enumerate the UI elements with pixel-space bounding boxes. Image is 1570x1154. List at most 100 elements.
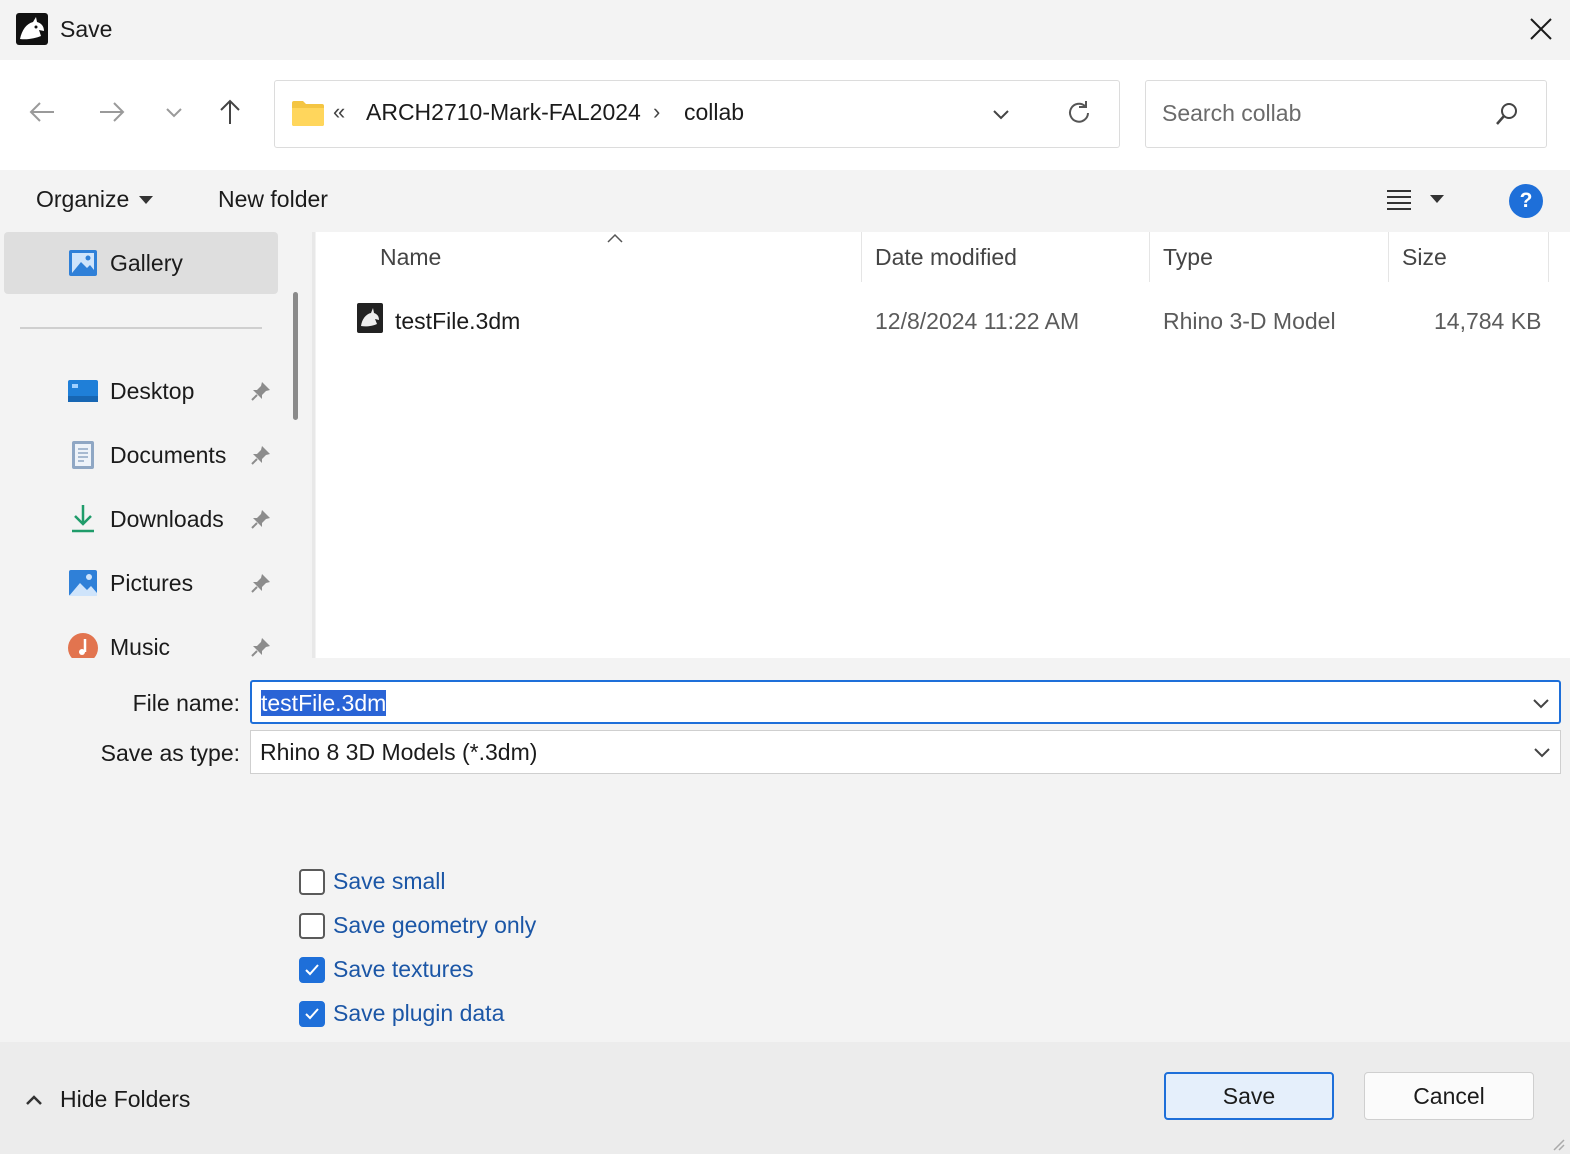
breadcrumb-parent[interactable]: ARCH2710-Mark-FAL2024: [366, 99, 641, 126]
breadcrumb-overflow[interactable]: «: [333, 99, 345, 125]
arrow-up-icon: [220, 99, 240, 124]
checkbox-box[interactable]: [299, 1000, 325, 1027]
sidebar-divider: [20, 327, 262, 329]
file-name-value[interactable]: testFile.3dm: [261, 690, 387, 717]
file-list: Name Date modified Type Size testFile.3d…: [316, 232, 1570, 658]
downloads-icon: [72, 505, 94, 533]
sidebar-item-downloads[interactable]: Downloads: [4, 488, 278, 550]
documents-icon: [72, 441, 94, 469]
chevron-down-icon[interactable]: [991, 101, 1011, 125]
checkbox-label[interactable]: Save textures: [333, 956, 474, 983]
hide-folders-button[interactable]: Hide Folders: [24, 1086, 190, 1113]
sidebar-item-label: Music: [110, 634, 171, 658]
sort-ascending-icon: [607, 233, 623, 243]
save-textures-checkbox[interactable]: Save textures: [299, 956, 474, 983]
column-header-size[interactable]: Size: [1402, 244, 1447, 271]
save-plugin-data-checkbox[interactable]: Save plugin data: [299, 1000, 504, 1027]
arrow-right-icon: [100, 102, 125, 122]
pin-icon[interactable]: [250, 636, 272, 658]
sidebar-item-label: Documents: [110, 442, 227, 468]
save-type-value: Rhino 8 3D Models (*.3dm): [260, 739, 538, 765]
checkbox-label[interactable]: Save small: [333, 868, 445, 895]
search-input[interactable]: Search collab: [1145, 80, 1547, 148]
sidebar-item-documents[interactable]: Documents: [4, 424, 278, 486]
file-date: 12/8/2024 11:22 AM: [875, 308, 1080, 334]
save-type-select[interactable]: Rhino 8 3D Models (*.3dm): [250, 730, 1561, 774]
sidebar-item-label: Downloads: [110, 506, 224, 532]
sidebar-item-music[interactable]: Music: [4, 616, 278, 658]
rhino-icon: [16, 13, 48, 45]
chevron-down-icon: [166, 108, 182, 118]
new-folder-button[interactable]: New folder: [218, 186, 328, 213]
resize-grip-icon[interactable]: [1548, 1134, 1566, 1152]
command-bar: Organize New folder ?: [0, 170, 1570, 232]
file-row[interactable]: testFile.3dm 12/8/2024 11:22 AM Rhino 3-…: [316, 290, 1570, 350]
close-icon: [1530, 18, 1552, 40]
save-geometry-only-checkbox[interactable]: Save geometry only: [299, 912, 536, 939]
breadcrumb-separator[interactable]: ›: [653, 99, 660, 125]
search-icon[interactable]: [1494, 101, 1520, 127]
column-header-type[interactable]: Type: [1163, 244, 1213, 271]
up-button[interactable]: [208, 90, 252, 134]
desktop-icon: [68, 380, 98, 402]
checkbox-label[interactable]: Save geometry only: [333, 912, 536, 939]
pictures-icon: [69, 570, 97, 596]
column-divider[interactable]: [1149, 232, 1150, 282]
sidebar-scrollbar[interactable]: [293, 292, 298, 420]
column-divider[interactable]: [1548, 232, 1549, 282]
pane-splitter[interactable]: [312, 232, 315, 658]
navigation-pane: Gallery Desktop Documents Downloads Pict…: [0, 232, 300, 658]
gallery-icon: [69, 250, 97, 276]
column-header-date[interactable]: Date modified: [875, 244, 1017, 271]
refresh-icon[interactable]: [1065, 99, 1093, 127]
save-small-checkbox[interactable]: Save small: [299, 868, 445, 895]
close-button[interactable]: [1516, 6, 1566, 52]
save-type-label: Save as type:: [100, 740, 240, 766]
save-button[interactable]: Save: [1164, 1072, 1334, 1120]
forward-button[interactable]: [90, 90, 134, 134]
search-placeholder: Search collab: [1162, 100, 1302, 126]
cancel-button[interactable]: Cancel: [1364, 1072, 1534, 1120]
caret-down-icon: [139, 195, 154, 204]
organize-button[interactable]: Organize: [36, 186, 154, 213]
sidebar-item-label: Pictures: [110, 570, 194, 596]
view-options-button[interactable]: [1386, 188, 1444, 210]
folder-icon: [292, 101, 324, 126]
save-options-panel: File name: testFile.3dm Save as type: Rh…: [0, 658, 1570, 1042]
address-bar[interactable]: « ARCH2710-Mark-FAL2024 › collab: [274, 80, 1120, 148]
column-header-name[interactable]: Name: [380, 244, 441, 271]
file-type: Rhino 3-D Model: [1163, 308, 1336, 334]
pin-icon[interactable]: [250, 508, 272, 530]
pin-icon[interactable]: [250, 444, 272, 466]
help-button[interactable]: ?: [1509, 184, 1543, 218]
sidebar-item-label: Desktop: [110, 378, 195, 404]
checkbox-box[interactable]: [299, 868, 325, 895]
back-button[interactable]: [20, 90, 64, 134]
recent-locations-button[interactable]: [152, 90, 196, 134]
chevron-down-icon: [1534, 748, 1550, 758]
sidebar-item-desktop[interactable]: Desktop: [4, 360, 278, 422]
column-divider[interactable]: [1388, 232, 1389, 282]
file-name: testFile.3dm: [395, 308, 521, 334]
checkbox-label[interactable]: Save plugin data: [333, 1000, 504, 1027]
sidebar-item-pictures[interactable]: Pictures: [4, 552, 278, 614]
sidebar-item-gallery[interactable]: Gallery: [4, 232, 278, 294]
pin-icon[interactable]: [250, 572, 272, 594]
file-size: 14,784 KB: [1434, 308, 1542, 334]
breadcrumb-current[interactable]: collab: [684, 99, 744, 126]
file-name-field[interactable]: testFile.3dm: [250, 680, 1561, 724]
window-title: Save: [60, 16, 113, 42]
list-view-icon: [1387, 190, 1411, 210]
file-name-label: File name:: [132, 690, 240, 716]
checkbox-box[interactable]: [299, 956, 325, 983]
checkmark-icon: [305, 963, 319, 975]
hide-folders-label: Hide Folders: [60, 1086, 191, 1112]
chevron-down-icon[interactable]: [1531, 694, 1551, 712]
column-divider[interactable]: [861, 232, 862, 282]
checkbox-box[interactable]: [299, 912, 325, 939]
checkmark-icon: [305, 1007, 319, 1019]
pin-icon[interactable]: [250, 380, 272, 402]
caret-down-icon: [1430, 195, 1444, 203]
organize-label: Organize: [36, 186, 130, 212]
music-icon: [68, 633, 98, 658]
